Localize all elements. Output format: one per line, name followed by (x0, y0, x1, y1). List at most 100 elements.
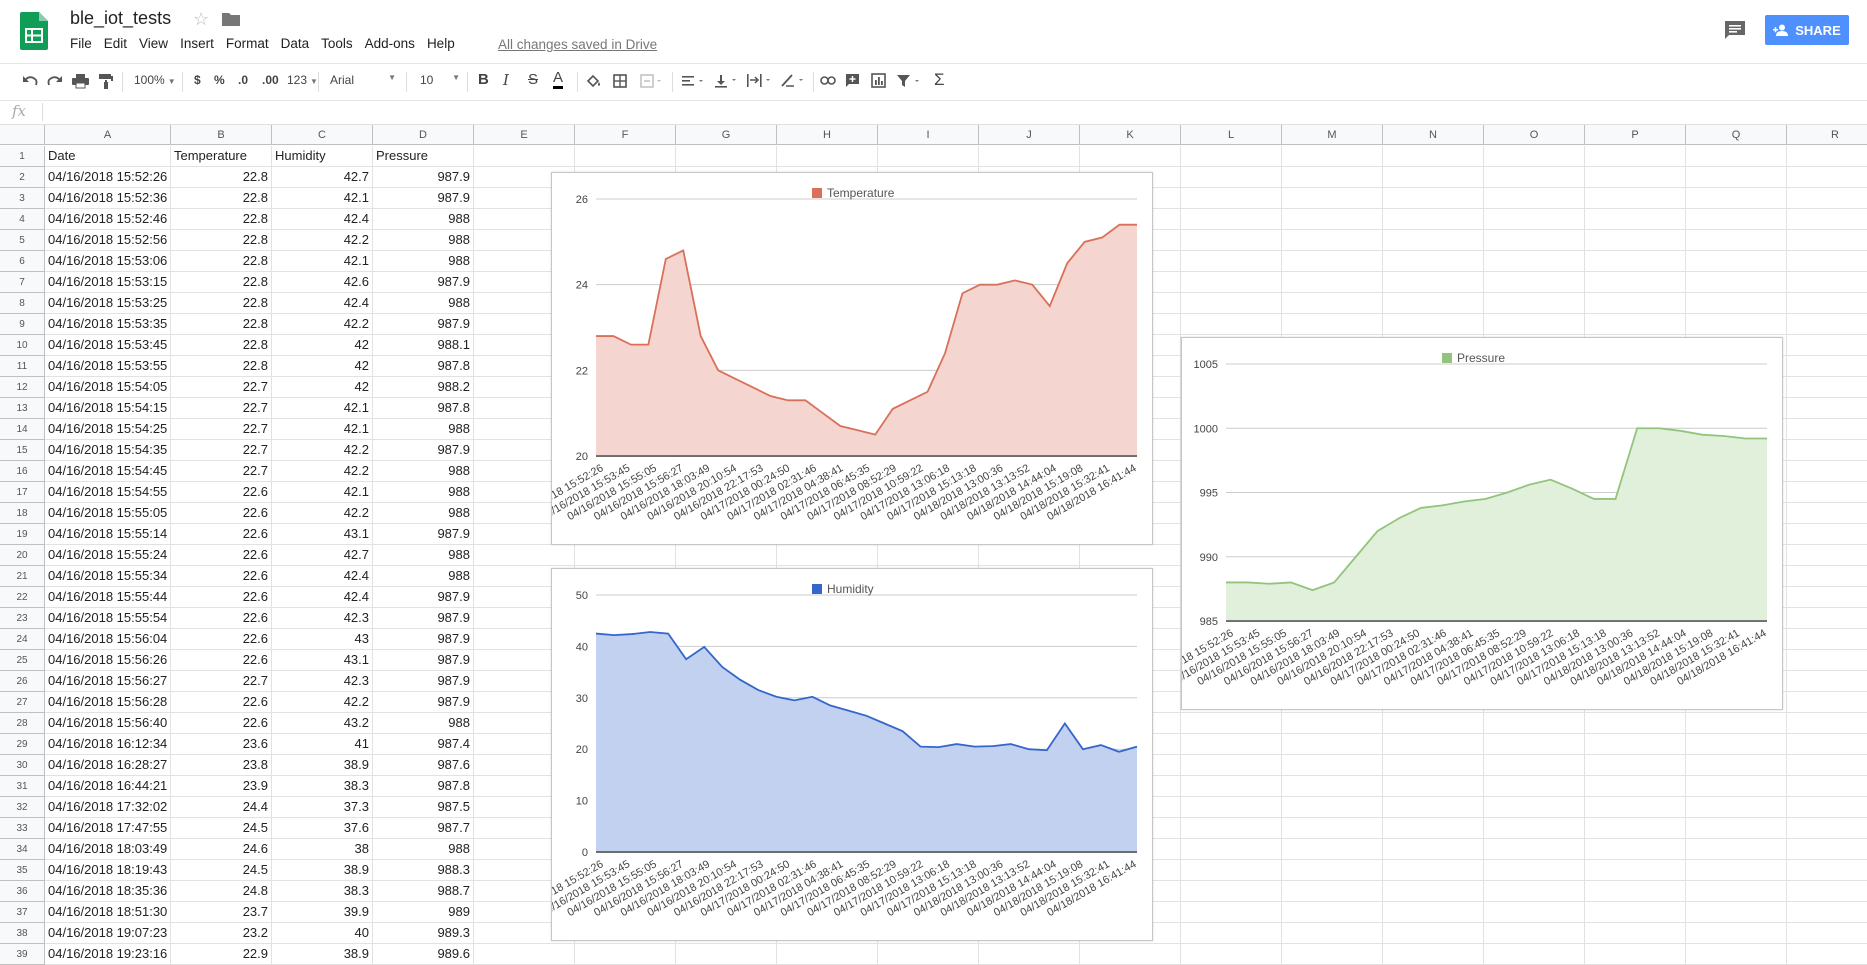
empty-cell[interactable] (1484, 860, 1585, 881)
row-header[interactable]: 39 (0, 944, 45, 965)
empty-cell[interactable] (1787, 230, 1867, 251)
empty-cell[interactable] (1585, 146, 1686, 167)
empty-cell[interactable] (777, 944, 878, 965)
row-header[interactable]: 16 (0, 461, 45, 482)
data-cell[interactable]: 04/16/2018 15:55:44 (45, 587, 171, 608)
column-header-p[interactable]: P (1585, 125, 1686, 145)
empty-cell[interactable] (1787, 818, 1867, 839)
empty-cell[interactable] (1282, 923, 1383, 944)
data-cell[interactable]: 42.6 (272, 272, 373, 293)
data-cell[interactable]: 04/16/2018 18:03:49 (45, 839, 171, 860)
empty-cell[interactable] (1787, 377, 1867, 398)
empty-cell[interactable] (1383, 755, 1484, 776)
data-cell[interactable]: 40 (272, 923, 373, 944)
filter-icon[interactable] (896, 74, 924, 88)
data-cell[interactable]: 987.9 (373, 440, 474, 461)
empty-cell[interactable] (878, 545, 979, 566)
data-cell[interactable]: 38.3 (272, 881, 373, 902)
empty-cell[interactable] (1282, 860, 1383, 881)
percent-format-button[interactable]: % (214, 73, 225, 87)
data-cell[interactable]: 04/16/2018 17:32:02 (45, 797, 171, 818)
data-cell[interactable]: 04/16/2018 15:55:14 (45, 524, 171, 545)
data-cell[interactable]: 04/16/2018 16:12:34 (45, 734, 171, 755)
data-cell[interactable]: 04/16/2018 15:53:15 (45, 272, 171, 293)
empty-cell[interactable] (1585, 797, 1686, 818)
data-cell[interactable]: 04/16/2018 15:54:15 (45, 398, 171, 419)
pressure-chart[interactable]: 985 990 995 1000 1005 Pressure 04/16/2018 15:5… (1142, 337, 1783, 710)
empty-cell[interactable] (1484, 944, 1585, 965)
row-header[interactable]: 6 (0, 251, 45, 272)
data-cell[interactable]: 987.8 (373, 776, 474, 797)
column-header-l[interactable]: L (1181, 125, 1282, 145)
data-cell[interactable]: 22.8 (171, 251, 272, 272)
empty-cell[interactable] (1282, 713, 1383, 734)
empty-cell[interactable] (1181, 776, 1282, 797)
empty-cell[interactable] (1383, 818, 1484, 839)
empty-cell[interactable] (1585, 272, 1686, 293)
empty-cell[interactable] (1686, 902, 1787, 923)
empty-cell[interactable] (878, 146, 979, 167)
data-cell[interactable]: 42.1 (272, 419, 373, 440)
data-cell[interactable]: 22.6 (171, 566, 272, 587)
data-cell[interactable]: 04/16/2018 15:52:26 (45, 167, 171, 188)
empty-cell[interactable] (1787, 314, 1867, 335)
header-cell[interactable]: Temperature (171, 146, 272, 167)
data-cell[interactable]: 22.8 (171, 167, 272, 188)
empty-cell[interactable] (878, 944, 979, 965)
row-header[interactable]: 36 (0, 881, 45, 902)
empty-cell[interactable] (1282, 188, 1383, 209)
data-cell[interactable]: 04/16/2018 15:52:56 (45, 230, 171, 251)
data-cell[interactable]: 04/16/2018 15:56:28 (45, 692, 171, 713)
row-header[interactable]: 4 (0, 209, 45, 230)
data-cell[interactable]: 987.7 (373, 818, 474, 839)
empty-cell[interactable] (1686, 167, 1787, 188)
empty-cell[interactable] (1787, 902, 1867, 923)
empty-cell[interactable] (1686, 188, 1787, 209)
empty-cell[interactable] (1282, 314, 1383, 335)
empty-cell[interactable] (1181, 734, 1282, 755)
data-cell[interactable]: 04/16/2018 16:28:27 (45, 755, 171, 776)
empty-cell[interactable] (1181, 272, 1282, 293)
data-cell[interactable]: 22.6 (171, 503, 272, 524)
empty-cell[interactable] (1484, 293, 1585, 314)
row-header[interactable]: 19 (0, 524, 45, 545)
empty-cell[interactable] (1383, 902, 1484, 923)
data-cell[interactable]: 22.8 (171, 314, 272, 335)
data-cell[interactable]: 38.9 (272, 860, 373, 881)
empty-cell[interactable] (1787, 398, 1867, 419)
empty-cell[interactable] (1585, 839, 1686, 860)
empty-cell[interactable] (1787, 776, 1867, 797)
data-cell[interactable]: 04/16/2018 15:52:46 (45, 209, 171, 230)
empty-cell[interactable] (1383, 209, 1484, 230)
empty-cell[interactable] (1585, 881, 1686, 902)
data-cell[interactable]: 23.8 (171, 755, 272, 776)
data-cell[interactable]: 42.2 (272, 692, 373, 713)
header-cell[interactable]: Date (45, 146, 171, 167)
empty-cell[interactable] (1484, 209, 1585, 230)
row-header[interactable]: 13 (0, 398, 45, 419)
data-cell[interactable]: 23.2 (171, 923, 272, 944)
row-header[interactable]: 21 (0, 566, 45, 587)
menu-file[interactable]: File (70, 36, 92, 51)
borders-icon[interactable] (613, 74, 627, 88)
data-cell[interactable]: 04/16/2018 15:54:05 (45, 377, 171, 398)
empty-cell[interactable] (1282, 818, 1383, 839)
column-header-a[interactable]: A (45, 125, 171, 145)
data-cell[interactable]: 987.9 (373, 587, 474, 608)
empty-cell[interactable] (676, 545, 777, 566)
data-cell[interactable]: 987.8 (373, 356, 474, 377)
empty-cell[interactable] (1787, 167, 1867, 188)
data-cell[interactable]: 04/16/2018 16:44:21 (45, 776, 171, 797)
data-cell[interactable]: 22.7 (171, 461, 272, 482)
data-cell[interactable]: 42.2 (272, 440, 373, 461)
data-cell[interactable]: 42.2 (272, 314, 373, 335)
data-cell[interactable]: 42.3 (272, 671, 373, 692)
data-cell[interactable]: 04/16/2018 15:53:45 (45, 335, 171, 356)
row-header[interactable]: 33 (0, 818, 45, 839)
data-cell[interactable]: 04/16/2018 15:54:45 (45, 461, 171, 482)
menu-edit[interactable]: Edit (104, 36, 127, 51)
data-cell[interactable]: 04/16/2018 15:53:25 (45, 293, 171, 314)
data-cell[interactable]: 42.7 (272, 167, 373, 188)
empty-cell[interactable] (1787, 272, 1867, 293)
data-cell[interactable]: 22.6 (171, 545, 272, 566)
